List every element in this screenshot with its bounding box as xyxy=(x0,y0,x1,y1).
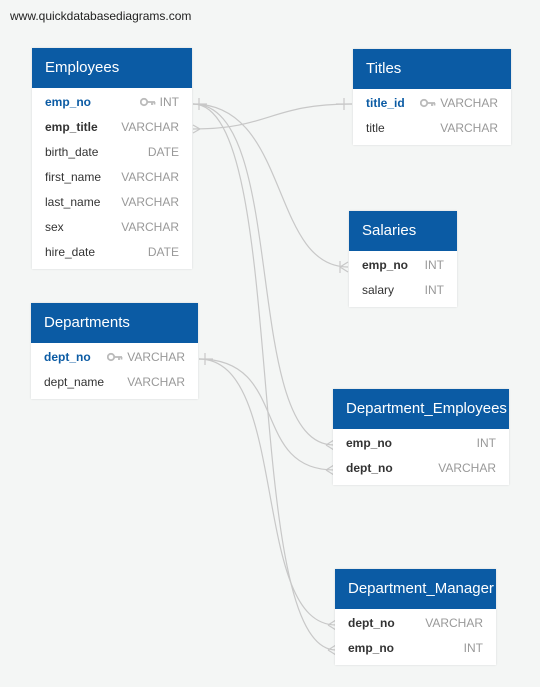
table-header[interactable]: Employees xyxy=(32,48,192,88)
table-salaries[interactable]: Salaries emp_no INT salary INT xyxy=(349,211,457,307)
column-name: title xyxy=(366,121,385,135)
column-type: VARCHAR xyxy=(121,115,179,140)
table-header[interactable]: Department_Manager xyxy=(335,569,496,609)
column-type: VARCHAR xyxy=(440,116,498,141)
column-name: dept_no xyxy=(44,350,91,364)
column-row[interactable]: last_name VARCHAR xyxy=(32,190,192,215)
column-type-label: INT xyxy=(424,258,444,272)
link-emp-no-to-dept-manager xyxy=(192,103,337,651)
column-name: first_name xyxy=(45,170,102,184)
column-type-label: VARCHAR xyxy=(127,375,185,389)
column-row[interactable]: birth_date DATE xyxy=(32,140,192,165)
link-emp-title-to-titles xyxy=(192,103,353,130)
column-name: dept_name xyxy=(44,375,105,389)
column-type: VARCHAR xyxy=(425,611,483,636)
column-type: INT xyxy=(139,90,179,115)
primary-key-icon xyxy=(420,91,436,116)
column-type: DATE xyxy=(148,240,179,265)
column-row[interactable]: sex VARCHAR xyxy=(32,215,192,240)
table-header[interactable]: Departments xyxy=(31,303,198,343)
column-type: INT xyxy=(425,278,444,303)
column-row[interactable]: title_id VARCHAR xyxy=(353,91,511,116)
table-titles[interactable]: Titles title_id VARCHAR title VARCHAR xyxy=(353,49,511,145)
column-row[interactable]: title VARCHAR xyxy=(353,116,511,141)
table-employees[interactable]: Employees emp_no INT emp_title VARCHAR birth… xyxy=(32,48,192,269)
column-type-label: INT xyxy=(424,283,444,297)
column-type: VARCHAR xyxy=(121,215,179,240)
column-type-label: VARCHAR xyxy=(440,96,498,110)
column-type-label: VARCHAR xyxy=(425,616,483,630)
column-type-label: VARCHAR xyxy=(121,170,179,184)
column-row[interactable]: dept_no VARCHAR xyxy=(335,611,496,636)
column-type-label: VARCHAR xyxy=(121,120,179,134)
column-name: hire_date xyxy=(45,245,96,259)
column-type-label: VARCHAR xyxy=(121,220,179,234)
column-name: emp_title xyxy=(45,120,98,134)
column-type: INT xyxy=(425,253,444,278)
column-type-label: DATE xyxy=(147,145,179,159)
column-row[interactable]: emp_no INT xyxy=(349,253,457,278)
column-row[interactable]: first_name VARCHAR xyxy=(32,165,192,190)
link-emp-no-to-dept-emp xyxy=(192,103,335,446)
primary-key-icon xyxy=(107,345,123,370)
column-type: VARCHAR xyxy=(420,91,498,116)
column-name: dept_no xyxy=(348,616,395,630)
column-name: emp_no xyxy=(45,95,92,109)
column-row[interactable]: emp_title VARCHAR xyxy=(32,115,192,140)
table-departments[interactable]: Departments dept_no VARCHAR dept_name VARCH… xyxy=(31,303,198,399)
column-name: sex xyxy=(45,220,64,234)
column-type-label: INT xyxy=(159,95,179,109)
column-type-label: INT xyxy=(476,436,496,450)
column-row[interactable]: dept_no VARCHAR xyxy=(333,456,509,481)
table-header[interactable]: Department_Employees xyxy=(333,389,509,429)
column-row[interactable]: emp_no INT xyxy=(335,636,496,661)
table-header[interactable]: Salaries xyxy=(349,211,457,251)
column-type: VARCHAR xyxy=(121,165,179,190)
column-row[interactable]: emp_no INT xyxy=(32,90,192,115)
column-type-label: INT xyxy=(463,641,483,655)
column-type: VARCHAR xyxy=(438,456,496,481)
link-dept-no-to-dept-manager xyxy=(198,358,337,626)
column-type: DATE xyxy=(148,140,179,165)
column-row[interactable]: dept_no VARCHAR xyxy=(31,345,198,370)
column-type: INT xyxy=(477,431,496,456)
column-row[interactable]: salary INT xyxy=(349,278,457,303)
table-department-employees[interactable]: Department_Employees emp_no INT dept_no VAR… xyxy=(333,389,509,485)
column-type: INT xyxy=(464,636,483,661)
column-name: salary xyxy=(362,283,395,297)
column-row[interactable]: hire_date DATE xyxy=(32,240,192,265)
column-type: VARCHAR xyxy=(127,370,185,395)
column-name: emp_no xyxy=(346,436,393,450)
column-name: emp_no xyxy=(348,641,395,655)
column-row[interactable]: emp_no INT xyxy=(333,431,509,456)
column-name: birth_date xyxy=(45,145,99,159)
column-type: VARCHAR xyxy=(121,190,179,215)
column-name: title_id xyxy=(366,96,405,110)
column-name: emp_no xyxy=(362,258,409,272)
column-name: dept_no xyxy=(346,461,393,475)
column-type-label: VARCHAR xyxy=(440,121,498,135)
column-type-label: VARCHAR xyxy=(127,350,185,364)
column-type: VARCHAR xyxy=(107,345,185,370)
link-dept-no-to-dept-emp xyxy=(198,358,335,471)
table-department-manager[interactable]: Department_Manager dept_no VARCHAR emp_no I… xyxy=(335,569,496,665)
column-name: last_name xyxy=(45,195,101,209)
primary-key-icon xyxy=(139,90,156,115)
table-header[interactable]: Titles xyxy=(353,49,511,89)
watermark: www.quickdatabasediagrams.com xyxy=(10,9,192,23)
column-type-label: DATE xyxy=(147,245,179,259)
column-type-label: VARCHAR xyxy=(121,195,179,209)
link-emp-no-to-salaries xyxy=(192,103,349,268)
column-row[interactable]: dept_name VARCHAR xyxy=(31,370,198,395)
column-type-label: VARCHAR xyxy=(438,461,496,475)
